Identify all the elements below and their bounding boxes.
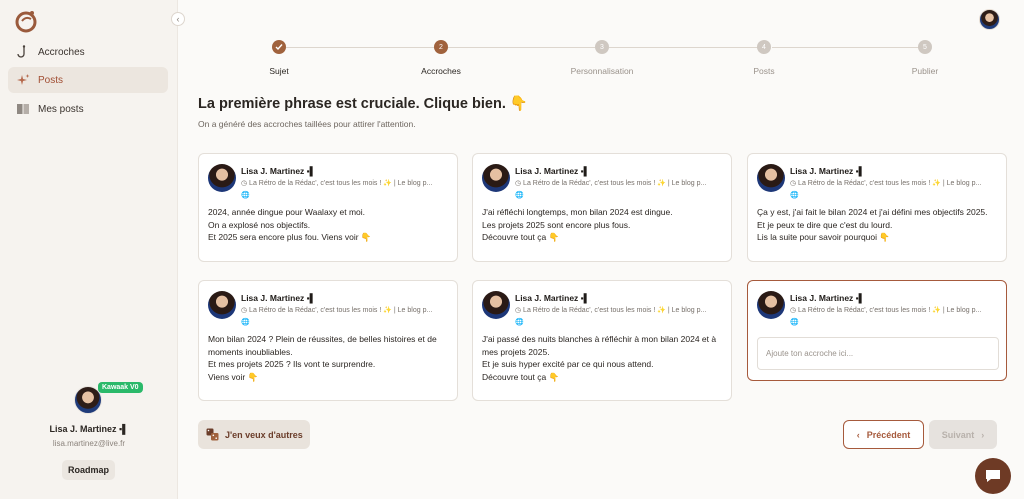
globe-icon: 🌐 bbox=[241, 319, 250, 326]
page-subtitle: On a généré des accroches taillées pour … bbox=[198, 119, 416, 129]
profile-name: Lisa J. Martinez ▪▌ bbox=[49, 424, 129, 434]
avatar bbox=[757, 164, 785, 192]
card-header: Lisa J. Martinez ▪▌ ◷ La Rétro de la Réd… bbox=[482, 163, 722, 203]
avatar bbox=[208, 164, 236, 192]
sidebar-item-label: Posts bbox=[38, 74, 64, 86]
more-hooks-label: J'en veux d'autres bbox=[225, 429, 303, 440]
globe-icon: 🌐 bbox=[790, 192, 799, 199]
chevron-left-icon: ‹ bbox=[856, 429, 860, 440]
step-label: Personnalisation bbox=[570, 66, 634, 76]
next-button[interactable]: Suivant › bbox=[929, 420, 997, 449]
step-label: Posts bbox=[753, 66, 775, 76]
hook-card[interactable]: Lisa J. Martinez ▪▌ ◷ La Rétro de la Réd… bbox=[198, 280, 458, 401]
globe-icon: 🌐 bbox=[515, 192, 524, 199]
card-header: Lisa J. Martinez ▪▌ ◷ La Rétro de la Réd… bbox=[208, 290, 448, 330]
collapse-sidebar-button[interactable]: ‹ bbox=[171, 12, 185, 26]
progress-stepper: Sujet 2 Accroches 3 Personnalisation 4 P… bbox=[198, 40, 998, 80]
hook-text: J'ai passé des nuits blanches à réfléchi… bbox=[482, 334, 717, 382]
check-icon bbox=[272, 40, 286, 54]
card-header: Lisa J. Martinez ▪▌ ◷ La Rétro de la Réd… bbox=[208, 163, 448, 203]
avatar bbox=[482, 291, 510, 319]
hook-text: J'ai réfléchi longtemps, mon bilan 2024 … bbox=[482, 207, 673, 242]
logo-icon[interactable] bbox=[14, 9, 38, 33]
author-headline: ◷ La Rétro de la Rédac', c'est tous les … bbox=[241, 307, 433, 314]
author-name: Lisa J. Martinez ▪▌ bbox=[515, 293, 590, 303]
author-headline: ◷ La Rétro de la Rédac', c'est tous les … bbox=[790, 180, 982, 187]
globe-icon: 🌐 bbox=[790, 319, 799, 326]
globe-icon: 🌐 bbox=[515, 319, 524, 326]
step-publier: 5 Publier bbox=[875, 40, 975, 76]
roadmap-button[interactable]: Roadmap bbox=[62, 460, 115, 480]
globe-icon: 🌐 bbox=[241, 192, 250, 199]
step-posts: 4 Posts bbox=[714, 40, 814, 76]
sidebar-item-accroches[interactable]: Accroches bbox=[8, 39, 168, 65]
hook-card[interactable]: Lisa J. Martinez ▪▌ ◷ La Rétro de la Réd… bbox=[198, 153, 458, 262]
profile-email: lisa.martinez@live.fr bbox=[52, 439, 126, 448]
avatar bbox=[757, 291, 785, 319]
author-name: Lisa J. Martinez ▪▌ bbox=[790, 166, 865, 176]
step-label: Publier bbox=[911, 66, 939, 76]
custom-hook-input[interactable]: Ajoute ton accroche ici... bbox=[757, 337, 999, 370]
version-badge: Kawaak V0 bbox=[98, 382, 143, 393]
hook-text: Ça y est, j'ai fait le bilan 2024 et j'a… bbox=[757, 207, 988, 242]
page-title: La première phrase est cruciale. Clique … bbox=[198, 96, 528, 112]
card-header: Lisa J. Martinez ▪▌ ◷ La Rétro de la Réd… bbox=[482, 290, 722, 330]
more-hooks-button[interactable]: J'en veux d'autres bbox=[198, 420, 310, 449]
hook-card[interactable]: Lisa J. Martinez ▪▌ ◷ La Rétro de la Réd… bbox=[472, 280, 732, 401]
step-accroches[interactable]: 2 Accroches bbox=[391, 40, 491, 76]
author-headline: ◷ La Rétro de la Rédac', c'est tous les … bbox=[515, 180, 707, 187]
chat-icon bbox=[986, 470, 1000, 482]
step-sujet[interactable]: Sujet bbox=[229, 40, 329, 76]
hook-card[interactable]: Lisa J. Martinez ▪▌ ◷ La Rétro de la Réd… bbox=[472, 153, 732, 262]
sidebar: ‹ Accroches Posts Mes posts Kawaak V0 Li… bbox=[0, 0, 185, 499]
step-number: 5 bbox=[918, 40, 932, 54]
user-avatar[interactable] bbox=[979, 9, 1000, 30]
author-headline: ◷ La Rétro de la Rédac', c'est tous les … bbox=[790, 307, 982, 314]
step-number: 3 bbox=[595, 40, 609, 54]
avatar bbox=[482, 164, 510, 192]
step-label: Accroches bbox=[421, 66, 461, 76]
author-name: Lisa J. Martinez ▪▌ bbox=[241, 166, 316, 176]
step-label: Sujet bbox=[269, 66, 289, 76]
sidebar-item-posts[interactable]: Posts bbox=[8, 67, 168, 93]
author-headline: ◷ La Rétro de la Rédac', c'est tous les … bbox=[515, 307, 707, 314]
avatar bbox=[208, 291, 236, 319]
previous-button[interactable]: ‹ Précédent bbox=[843, 420, 924, 449]
next-label: Suivant bbox=[941, 429, 975, 440]
chat-button[interactable] bbox=[975, 458, 1011, 494]
previous-label: Précédent bbox=[866, 429, 911, 440]
custom-hook-card[interactable]: Lisa J. Martinez ▪▌ ◷ La Rétro de la Réd… bbox=[747, 280, 1007, 381]
hook-card[interactable]: Lisa J. Martinez ▪▌ ◷ La Rétro de la Réd… bbox=[747, 153, 1007, 262]
step-number: 2 bbox=[434, 40, 448, 54]
sparkle-icon bbox=[16, 73, 30, 87]
hook-text: 2024, année dingue pour Waalaxy et moi. O… bbox=[208, 207, 372, 242]
card-header: Lisa J. Martinez ▪▌ ◷ La Rétro de la Réd… bbox=[757, 290, 997, 330]
author-headline: ◷ La Rétro de la Rédac', c'est tous les … bbox=[241, 180, 433, 187]
hook-icon bbox=[16, 45, 30, 59]
author-name: Lisa J. Martinez ▪▌ bbox=[790, 293, 865, 303]
card-header: Lisa J. Martinez ▪▌ ◷ La Rétro de la Réd… bbox=[757, 163, 997, 203]
dice-icon bbox=[206, 428, 219, 441]
chevron-right-icon: › bbox=[981, 429, 985, 440]
author-name: Lisa J. Martinez ▪▌ bbox=[515, 166, 590, 176]
sidebar-item-label: Accroches bbox=[38, 46, 85, 58]
sidebar-item-mes-posts[interactable]: Mes posts bbox=[8, 96, 168, 122]
sidebar-item-label: Mes posts bbox=[38, 103, 84, 115]
hook-text: Mon bilan 2024 ? Plein de réussites, de … bbox=[208, 334, 437, 382]
step-personnalisation: 3 Personnalisation bbox=[552, 40, 652, 76]
book-icon bbox=[16, 102, 30, 116]
author-name: Lisa J. Martinez ▪▌ bbox=[241, 293, 316, 303]
step-number: 4 bbox=[757, 40, 771, 54]
